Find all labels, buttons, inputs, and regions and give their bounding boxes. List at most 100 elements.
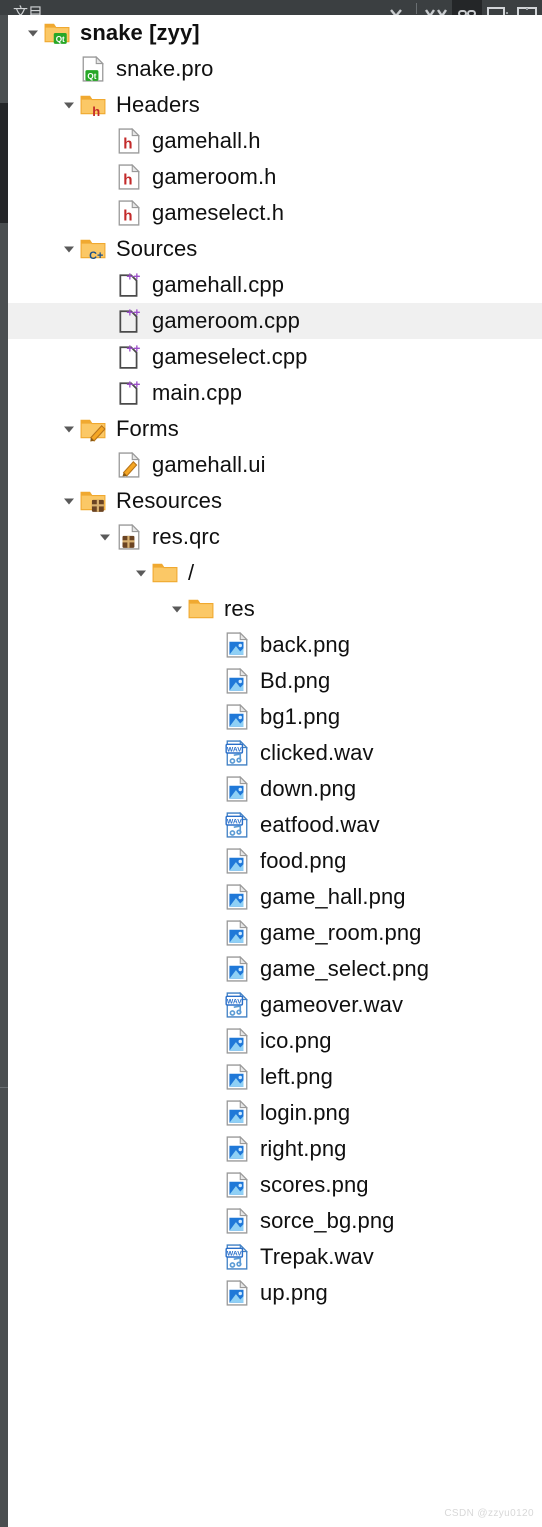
expand-toggle[interactable]	[60, 483, 78, 519]
tree-row[interactable]: res.qrc	[8, 519, 542, 555]
file-image-icon	[222, 915, 252, 951]
expand-toggle[interactable]	[24, 15, 42, 51]
left-mode-rail[interactable]	[0, 15, 8, 1527]
tree-row-label: right.png	[260, 1136, 347, 1161]
indent-spacer	[8, 915, 204, 951]
indent-spacer	[8, 1059, 204, 1095]
tree-row[interactable]: h gameroom.h	[8, 159, 542, 195]
tree-row[interactable]: ico.png	[8, 1023, 542, 1059]
split-vertical-icon	[517, 7, 537, 15]
toolbar-separator	[416, 3, 417, 14]
expand-toggle-empty	[96, 339, 114, 375]
tree-row-label: back.png	[260, 632, 351, 657]
tree-row[interactable]: right.png	[8, 1131, 542, 1167]
expand-toggle-empty	[204, 1059, 222, 1095]
navigate-backforward-button[interactable]	[422, 0, 452, 15]
folder-plain-icon	[152, 563, 178, 583]
tree-row[interactable]: res	[8, 591, 542, 627]
tree-row[interactable]: ++ main.cpp	[8, 375, 542, 411]
expand-toggle-empty	[204, 1275, 222, 1311]
tree-row[interactable]: sorce_bg.png	[8, 1203, 542, 1239]
tree-row[interactable]: Resources	[8, 483, 542, 519]
file-image-icon	[222, 699, 252, 735]
double-chevron-icon	[425, 9, 447, 15]
file-qt-icon: Qt	[82, 56, 105, 82]
tree-row[interactable]: Qt snake.pro	[8, 51, 542, 87]
tree-row[interactable]: h gameselect.h	[8, 195, 542, 231]
tree-row-label: gamehall.h	[152, 128, 261, 153]
chevron-down-button[interactable]	[381, 0, 411, 15]
tree-row[interactable]: game_hall.png	[8, 879, 542, 915]
tree-row[interactable]: left.png	[8, 1059, 542, 1095]
expand-toggle-empty	[96, 447, 114, 483]
expand-toggle-empty	[204, 627, 222, 663]
svg-text:h: h	[92, 104, 100, 118]
chevron-down-icon	[28, 30, 38, 37]
indent-spacer	[8, 51, 60, 87]
expand-toggle-empty	[96, 267, 114, 303]
tree-row[interactable]: Qt snake [zyy]	[8, 15, 542, 51]
tree-row[interactable]: scores.png	[8, 1167, 542, 1203]
tree-row[interactable]: ++ gameroom.cpp	[8, 303, 542, 339]
tree-row[interactable]: h gamehall.h	[8, 123, 542, 159]
file-image-icon	[226, 956, 249, 982]
tree-row[interactable]: up.png	[8, 1275, 542, 1311]
tree-row[interactable]: WAV eatfood.wav	[8, 807, 542, 843]
tree-row[interactable]: C+ Sources	[8, 231, 542, 267]
tree-row[interactable]: game_select.png	[8, 951, 542, 987]
expand-toggle[interactable]	[168, 591, 186, 627]
indent-spacer	[8, 159, 96, 195]
tree-row[interactable]: ++ gameselect.cpp	[8, 339, 542, 375]
tree-row[interactable]: Bd.png	[8, 663, 542, 699]
expand-toggle[interactable]	[60, 231, 78, 267]
file-qrc-icon	[114, 519, 144, 555]
expand-toggle-empty	[60, 51, 78, 87]
expand-toggle[interactable]	[132, 555, 150, 591]
svg-text:++: ++	[126, 272, 140, 284]
split-vertical-button[interactable]	[512, 0, 542, 15]
tree-row[interactable]: down.png	[8, 771, 542, 807]
expand-toggle[interactable]	[60, 87, 78, 123]
tree-row[interactable]: bg1.png	[8, 699, 542, 735]
expand-toggle-empty	[204, 843, 222, 879]
file-image-icon	[226, 1136, 249, 1162]
tree-row-label: Headers	[116, 92, 200, 117]
tree-row[interactable]: ++ gamehall.cpp	[8, 267, 542, 303]
tree-row-label: scores.png	[260, 1172, 369, 1197]
file-image-icon	[222, 951, 252, 987]
expand-toggle[interactable]	[60, 411, 78, 447]
file-qt-icon: Qt	[78, 51, 108, 87]
file-image-icon	[222, 1167, 252, 1203]
svg-text:WAV: WAV	[227, 818, 242, 825]
tree-row[interactable]: h Headers	[8, 87, 542, 123]
svg-text:h: h	[123, 208, 132, 225]
file-cpp-icon: ++	[119, 272, 140, 297]
chevron-down-icon	[390, 9, 402, 15]
rail-active-indicator	[0, 103, 8, 223]
tree-row[interactable]: /	[8, 555, 542, 591]
tree-row[interactable]: gamehall.ui	[8, 447, 542, 483]
tree-row[interactable]: game_room.png	[8, 915, 542, 951]
indent-spacer	[8, 303, 96, 339]
indent-spacer	[8, 879, 204, 915]
indent-spacer	[8, 87, 60, 123]
indent-spacer	[8, 699, 204, 735]
tree-row[interactable]: login.png	[8, 1095, 542, 1131]
indent-spacer	[8, 627, 204, 663]
split-horizontal-button[interactable]	[482, 0, 512, 15]
tree-row[interactable]: WAV Trepak.wav	[8, 1239, 542, 1275]
file-wav-icon: WAV	[225, 1244, 249, 1270]
rail-divider	[0, 1087, 8, 1088]
indent-spacer	[8, 339, 96, 375]
tree-row[interactable]: food.png	[8, 843, 542, 879]
chevron-down-icon	[136, 570, 146, 577]
expand-toggle[interactable]	[96, 519, 114, 555]
tree-row[interactable]: Forms	[8, 411, 542, 447]
expand-toggle-empty	[204, 663, 222, 699]
link-editors-button[interactable]	[452, 0, 482, 15]
tree-row[interactable]: back.png	[8, 627, 542, 663]
indent-spacer	[8, 1239, 204, 1275]
tree-row[interactable]: WAV clicked.wav	[8, 735, 542, 771]
project-tree[interactable]: Qt snake [zyy] Qt snake.pro h Headers h gamehal…	[8, 15, 542, 1527]
tree-row[interactable]: WAV gameover.wav	[8, 987, 542, 1023]
